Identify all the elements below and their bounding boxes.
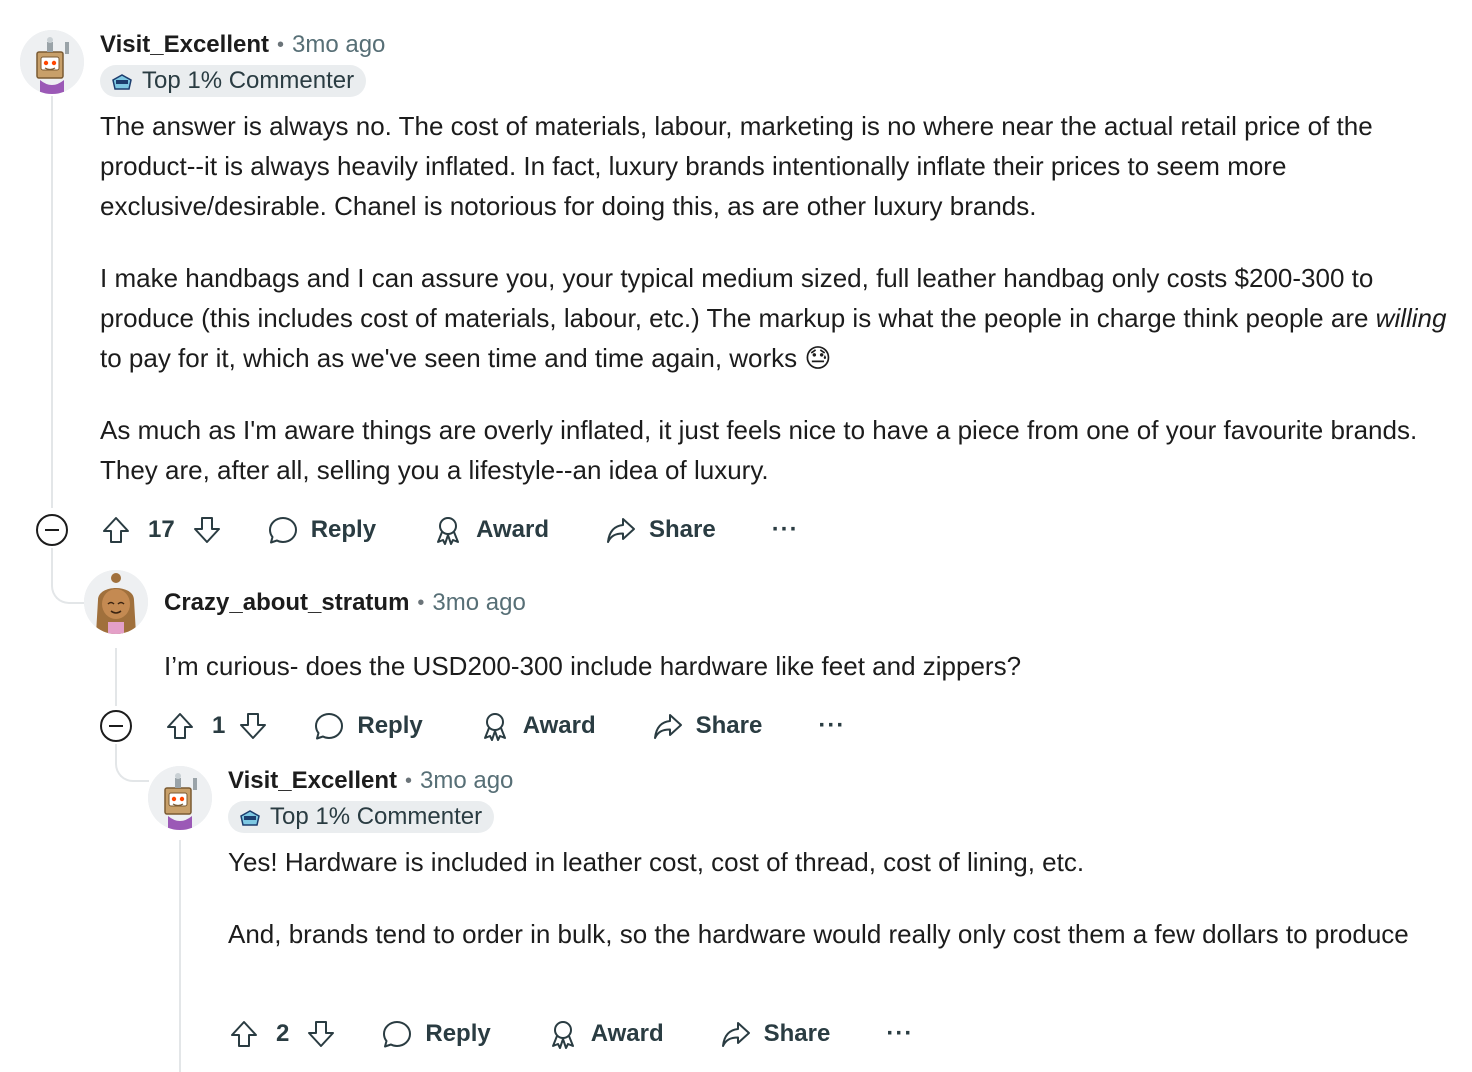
share-label: Share	[763, 1020, 831, 1047]
comment-meta: Visit_Excellent • 3mo ago	[228, 766, 513, 796]
award-label: Award	[522, 712, 596, 739]
separator-dot: •	[404, 769, 412, 792]
reply-button[interactable]: Reply	[381, 1018, 491, 1050]
comment-body: I’m curious- does the USD200-300 include…	[164, 646, 1454, 686]
downvote-button[interactable]	[305, 1018, 337, 1050]
award-ribbon-icon	[479, 710, 511, 742]
upvote-button[interactable]	[228, 1018, 260, 1050]
downvote-arrow-icon	[191, 514, 223, 546]
timestamp[interactable]: 3mo ago	[292, 31, 385, 59]
share-arrow-icon	[652, 710, 684, 742]
award-button[interactable]: Award	[547, 1018, 664, 1050]
more-options-button[interactable]: ···	[818, 712, 845, 740]
sweat-emoji: 😓	[804, 343, 832, 373]
reply-label: Reply	[357, 712, 423, 739]
commenter-badge[interactable]: Top 1% Commenter	[228, 801, 495, 833]
timestamp[interactable]: 3mo ago	[432, 589, 525, 617]
emphasis-text: willing	[1375, 303, 1447, 333]
reply-label: Reply	[425, 1020, 491, 1047]
award-label: Award	[590, 1020, 664, 1047]
downvote-arrow-icon	[305, 1018, 337, 1050]
thread-branch-curve-2	[115, 748, 149, 782]
commenter-badge[interactable]: Top 1% Commenter	[100, 65, 367, 97]
vote-count: 17	[148, 516, 175, 543]
comment-paragraph: And, brands tend to order in bulk, so th…	[228, 919, 1409, 949]
award-label: Award	[476, 516, 549, 543]
collapse-button[interactable]	[100, 710, 132, 742]
speech-bubble-icon	[267, 514, 299, 546]
comment-actions: 1 Reply Award Share ···	[164, 706, 845, 746]
commenter-badge-icon	[110, 71, 134, 91]
comment-paragraph: As much as I'm aware things are overly i…	[100, 415, 1418, 485]
thread-line-root	[51, 96, 53, 508]
comment-paragraph: Yes! Hardware is included in leather cos…	[228, 847, 1085, 877]
share-arrow-icon	[605, 514, 637, 546]
comment-body: The answer is always no. The cost of mat…	[100, 106, 1470, 490]
username[interactable]: Visit_Excellent	[100, 31, 269, 59]
reply-button[interactable]: Reply	[313, 710, 423, 742]
share-button[interactable]: Share	[652, 710, 763, 742]
comment-meta: Crazy_about_stratum • 3mo ago	[164, 588, 526, 618]
upvote-arrow-icon	[164, 710, 196, 742]
comment-paragraph: I’m curious- does the USD200-300 include…	[164, 651, 1022, 681]
comment-actions: 17 Reply Award Share ···	[100, 510, 799, 550]
award-ribbon-icon	[547, 1018, 579, 1050]
vote-count: 1	[212, 712, 226, 739]
downvote-arrow-icon	[237, 710, 269, 742]
avatar[interactable]	[20, 30, 84, 94]
upvote-button[interactable]	[100, 514, 132, 546]
award-button[interactable]: Award	[479, 710, 596, 742]
reply-label: Reply	[310, 516, 377, 543]
thread-line-grandchild	[179, 840, 181, 1072]
thread-branch-curve	[51, 560, 85, 604]
more-options-button[interactable]: ···	[772, 516, 799, 544]
award-ribbon-icon	[432, 514, 464, 546]
share-button[interactable]: Share	[605, 514, 716, 546]
timestamp[interactable]: 3mo ago	[420, 767, 513, 795]
collapse-button[interactable]	[36, 514, 68, 546]
share-label: Share	[648, 516, 716, 543]
badge-label: Top 1% Commenter	[142, 67, 355, 94]
comment-paragraph: The answer is always no. The cost of mat…	[100, 111, 1373, 221]
paragraph-text: to pay for it, which as we've seen time …	[100, 343, 805, 373]
vote-count: 2	[276, 1020, 290, 1047]
separator-dot: •	[276, 33, 284, 56]
share-arrow-icon	[720, 1018, 752, 1050]
badge-label: Top 1% Commenter	[270, 803, 483, 830]
separator-dot: •	[417, 591, 425, 614]
paragraph-text: I make handbags and I can assure you, yo…	[100, 263, 1376, 333]
share-label: Share	[695, 712, 763, 739]
speech-bubble-icon	[381, 1018, 413, 1050]
downvote-button[interactable]	[237, 710, 269, 742]
comment-meta: Visit_Excellent • 3mo ago	[100, 30, 385, 60]
avatar[interactable]	[84, 570, 148, 634]
upvote-button[interactable]	[164, 710, 196, 742]
thread-line-child	[115, 648, 117, 706]
comment-actions: 2 Reply Award Share ···	[228, 1014, 913, 1054]
award-button[interactable]: Award	[432, 514, 549, 546]
avatar[interactable]	[148, 766, 212, 830]
upvote-arrow-icon	[228, 1018, 260, 1050]
speech-bubble-icon	[313, 710, 345, 742]
share-button[interactable]: Share	[720, 1018, 831, 1050]
more-options-button[interactable]: ···	[886, 1020, 913, 1048]
upvote-arrow-icon	[100, 514, 132, 546]
commenter-badge-icon	[238, 807, 262, 827]
comment-body: Yes! Hardware is included in leather cos…	[228, 842, 1458, 954]
comment-paragraph: I make handbags and I can assure you, yo…	[100, 258, 1470, 378]
username[interactable]: Crazy_about_stratum	[164, 589, 409, 617]
username[interactable]: Visit_Excellent	[228, 767, 397, 795]
downvote-button[interactable]	[191, 514, 223, 546]
reply-button[interactable]: Reply	[267, 514, 376, 546]
